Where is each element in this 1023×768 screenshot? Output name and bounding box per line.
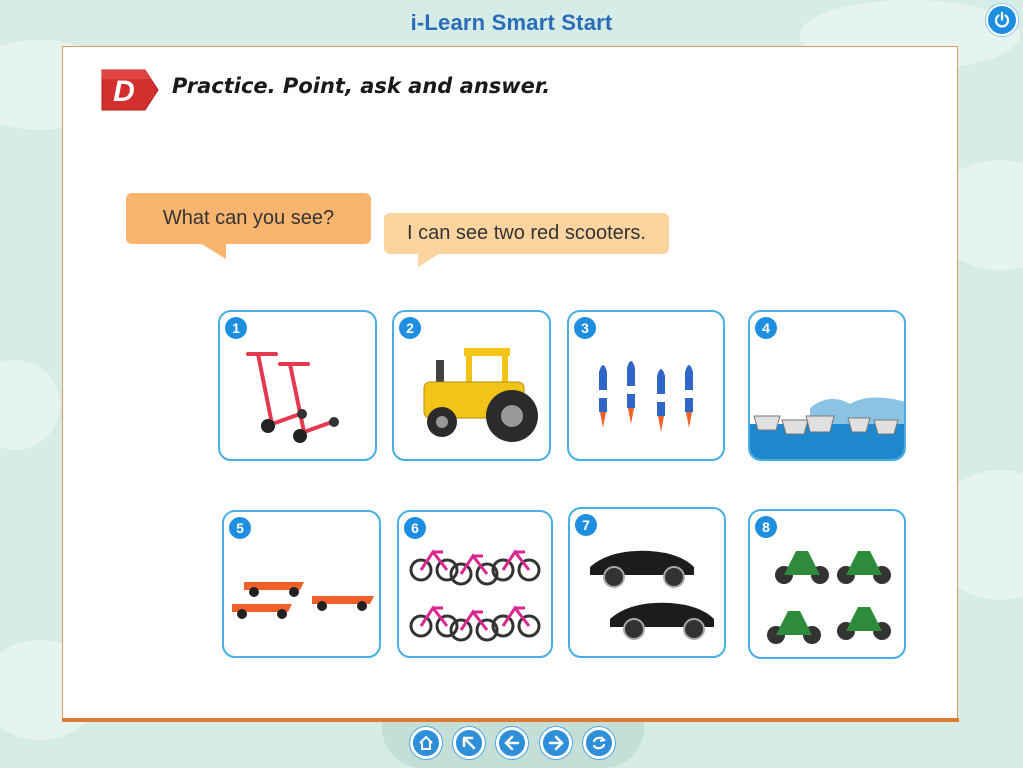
app-title: i-Learn Smart Start <box>410 10 613 35</box>
picture-card-2[interactable]: 2 <box>392 310 551 461</box>
back-to-start-icon <box>462 736 476 750</box>
tractor-illustration <box>423 348 538 442</box>
exercise-badge: D <box>99 68 161 112</box>
background-cloud <box>0 360 60 450</box>
replay-button[interactable] <box>583 727 615 759</box>
picture-card-8[interactable]: 8 <box>748 509 906 659</box>
power-icon <box>994 11 1010 28</box>
question-bubble: What can you see? <box>126 193 371 244</box>
scooters-illustration <box>246 352 339 443</box>
back-to-start-button[interactable] <box>453 727 485 759</box>
home-icon <box>419 735 433 750</box>
answer-bubble: I can see two red scooters. <box>384 213 669 254</box>
picture-card-4[interactable]: 4 <box>748 310 906 461</box>
home-button[interactable] <box>410 727 442 759</box>
ships-illustration <box>750 397 904 459</box>
power-button[interactable] <box>986 4 1018 36</box>
bikes-illustration <box>409 549 541 642</box>
badge-letter: D <box>113 75 135 108</box>
picture-card-3[interactable]: 3 <box>567 310 725 461</box>
next-icon <box>548 735 564 751</box>
answer-text: I can see two red scooters. <box>406 222 646 244</box>
previous-icon <box>504 735 520 751</box>
picture-card-5[interactable]: 5 <box>222 510 381 658</box>
picture-card-1[interactable]: 1 <box>218 310 377 461</box>
race-cars-illustration <box>232 582 374 619</box>
picture-card-6[interactable]: 6 <box>397 510 553 658</box>
previous-button[interactable] <box>496 727 528 759</box>
exercise-instruction: Practice. Point, ask and answer. <box>172 74 551 98</box>
question-text: What can you see? <box>162 207 335 229</box>
rockets-illustration <box>599 361 693 432</box>
replay-icon <box>592 736 606 750</box>
answer-bubble-tail <box>418 253 440 267</box>
badge-arrow-shape: D <box>101 69 159 111</box>
picture-card-7[interactable]: 7 <box>568 507 726 658</box>
question-bubble-tail <box>200 243 226 259</box>
next-button[interactable] <box>540 727 572 759</box>
motorbikes-illustration <box>767 551 891 644</box>
black-cars-illustration <box>590 550 714 640</box>
